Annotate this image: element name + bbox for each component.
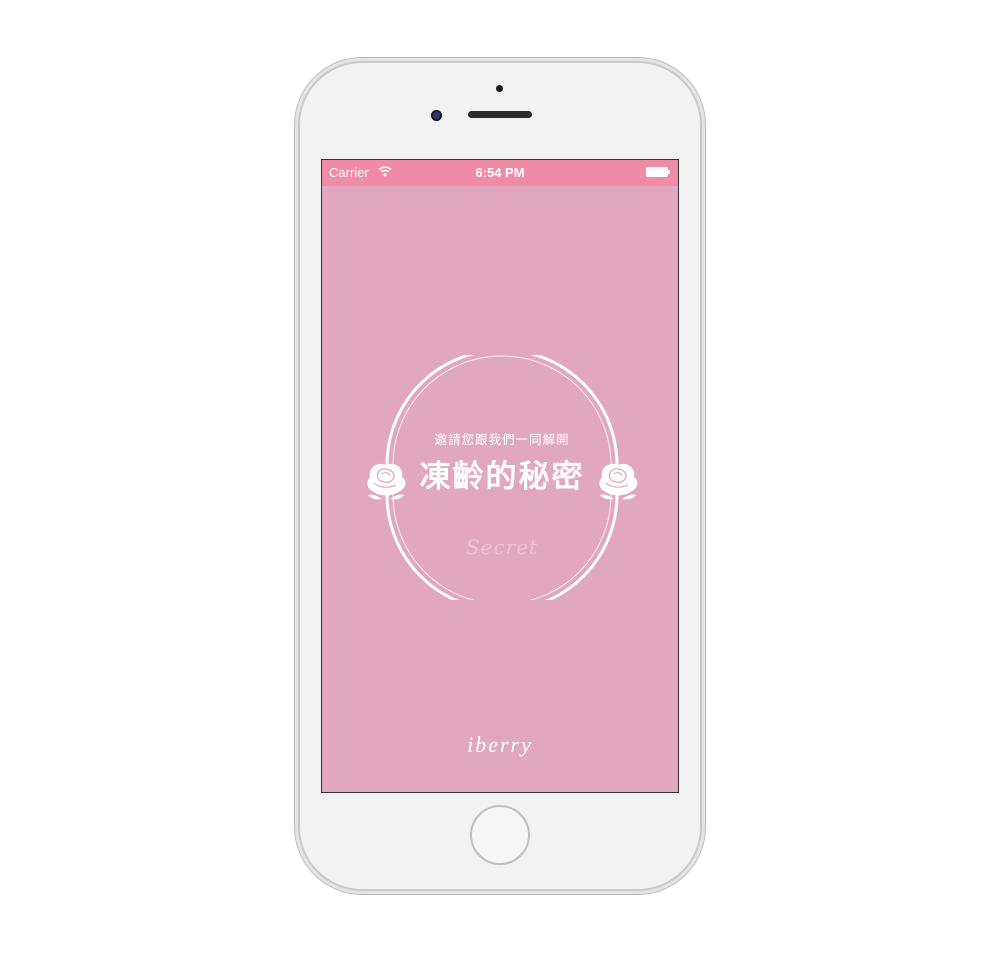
- invite-text: 邀請您跟我們一同解開: [434, 432, 570, 447]
- stage: Carrier 6:54 PM 邀請您跟我們一同解開 凍齡的秘密 Secret …: [0, 0, 1000, 953]
- battery-icon: [646, 167, 670, 177]
- splash-emblem: 邀請您跟我們一同解開 凍齡的秘密 Secret: [360, 355, 644, 600]
- proximity-sensor: [496, 85, 503, 92]
- status-time: 6:54 PM: [475, 165, 525, 180]
- status-bar: Carrier 6:54 PM: [322, 160, 678, 186]
- earpiece-speaker: [468, 111, 532, 118]
- home-button[interactable]: [470, 805, 530, 865]
- brand-logo: iberry: [467, 732, 533, 757]
- power-button[interactable]: [700, 238, 704, 298]
- splash-title: 凍齡的秘密: [419, 459, 585, 495]
- secret-script: Secret: [465, 535, 539, 559]
- front-camera: [431, 110, 442, 121]
- app-screen: Carrier 6:54 PM 邀請您跟我們一同解開 凍齡的秘密 Secret …: [321, 159, 679, 793]
